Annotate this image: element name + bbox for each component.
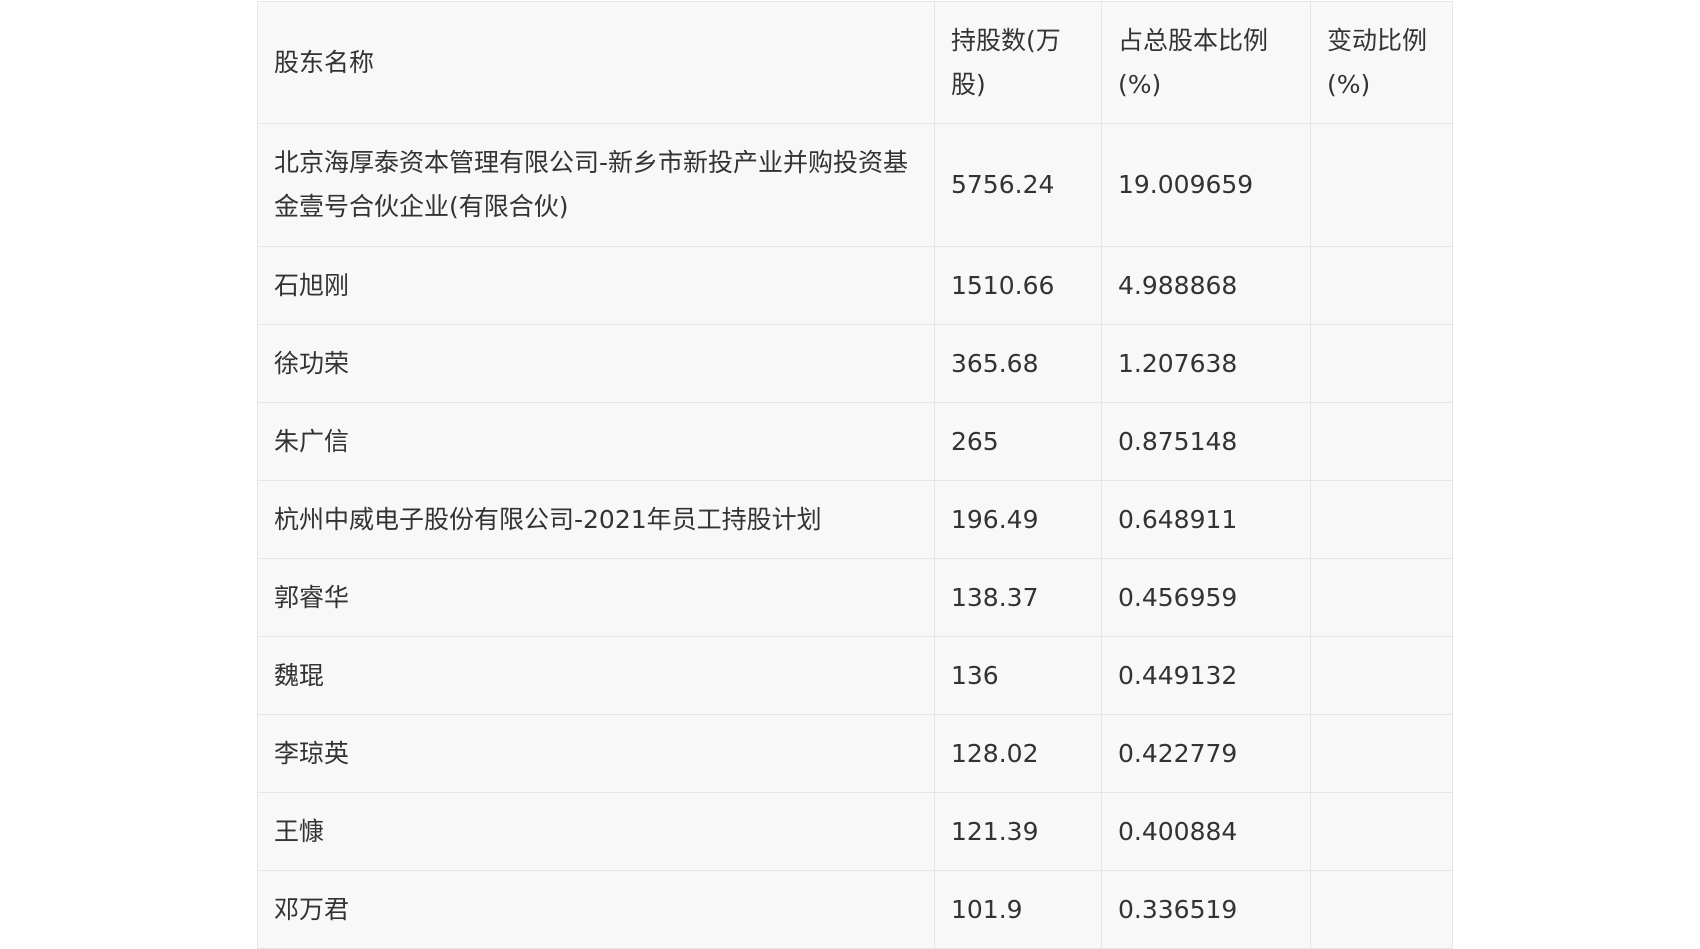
cell-shares: 128.02 [934, 714, 1102, 793]
cell-name: 北京海厚泰资本管理有限公司-新乡市新投产业并购投资基金壹号合伙企业(有限合伙) [257, 123, 935, 247]
cell-name: 魏琨 [257, 636, 935, 715]
cell-ratio: 0.400884 [1101, 792, 1311, 871]
cell-change [1310, 402, 1453, 481]
cell-name: 石旭刚 [257, 246, 935, 325]
cell-ratio: 0.456959 [1101, 558, 1311, 637]
cell-ratio: 0.422779 [1101, 714, 1311, 793]
cell-change [1310, 558, 1453, 637]
cell-ratio: 0.449132 [1101, 636, 1311, 715]
table-row: 魏琨 136 0.449132 [257, 636, 1453, 715]
shareholder-table-container: 股东名称 持股数(万股) 占总股本比例(%) 变动比例(%) 北京海厚泰资本管理… [257, 1, 1453, 949]
cell-shares: 1510.66 [934, 246, 1102, 325]
cell-change [1310, 324, 1453, 403]
cell-change [1310, 714, 1453, 793]
cell-change [1310, 246, 1453, 325]
cell-ratio: 1.207638 [1101, 324, 1311, 403]
cell-name: 徐功荣 [257, 324, 935, 403]
cell-ratio: 19.009659 [1101, 123, 1311, 247]
header-change-ratio: 变动比例(%) [1310, 1, 1453, 124]
cell-change [1310, 636, 1453, 715]
cell-change [1310, 870, 1453, 949]
cell-shares: 365.68 [934, 324, 1102, 403]
cell-shares: 265 [934, 402, 1102, 481]
cell-name: 王慷 [257, 792, 935, 871]
cell-change [1310, 480, 1453, 559]
cell-ratio: 4.988868 [1101, 246, 1311, 325]
table-row: 郭睿华 138.37 0.456959 [257, 558, 1453, 637]
table-header-row: 股东名称 持股数(万股) 占总股本比例(%) 变动比例(%) [257, 1, 1453, 124]
table-row: 杭州中威电子股份有限公司-2021年员工持股计划 196.49 0.648911 [257, 480, 1453, 559]
cell-name: 李琼英 [257, 714, 935, 793]
table-row: 王慷 121.39 0.400884 [257, 792, 1453, 871]
cell-shares: 121.39 [934, 792, 1102, 871]
cell-name: 郭睿华 [257, 558, 935, 637]
table-row: 李琼英 128.02 0.422779 [257, 714, 1453, 793]
cell-shares: 138.37 [934, 558, 1102, 637]
header-shares: 持股数(万股) [934, 1, 1102, 124]
cell-ratio: 0.648911 [1101, 480, 1311, 559]
cell-shares: 101.9 [934, 870, 1102, 949]
cell-name: 朱广信 [257, 402, 935, 481]
table-row: 北京海厚泰资本管理有限公司-新乡市新投产业并购投资基金壹号合伙企业(有限合伙) … [257, 123, 1453, 247]
cell-name: 邓万君 [257, 870, 935, 949]
cell-ratio: 0.875148 [1101, 402, 1311, 481]
cell-ratio: 0.336519 [1101, 870, 1311, 949]
table-row: 石旭刚 1510.66 4.988868 [257, 246, 1453, 325]
table-row: 徐功荣 365.68 1.207638 [257, 324, 1453, 403]
table-row: 朱广信 265 0.875148 [257, 402, 1453, 481]
cell-shares: 5756.24 [934, 123, 1102, 247]
header-share-ratio: 占总股本比例(%) [1101, 1, 1311, 124]
cell-change [1310, 123, 1453, 247]
table-row: 邓万君 101.9 0.336519 [257, 870, 1453, 949]
shareholder-table: 股东名称 持股数(万股) 占总股本比例(%) 变动比例(%) 北京海厚泰资本管理… [257, 1, 1453, 949]
cell-name: 杭州中威电子股份有限公司-2021年员工持股计划 [257, 480, 935, 559]
cell-shares: 196.49 [934, 480, 1102, 559]
cell-change [1310, 792, 1453, 871]
cell-shares: 136 [934, 636, 1102, 715]
header-shareholder-name: 股东名称 [257, 1, 935, 124]
